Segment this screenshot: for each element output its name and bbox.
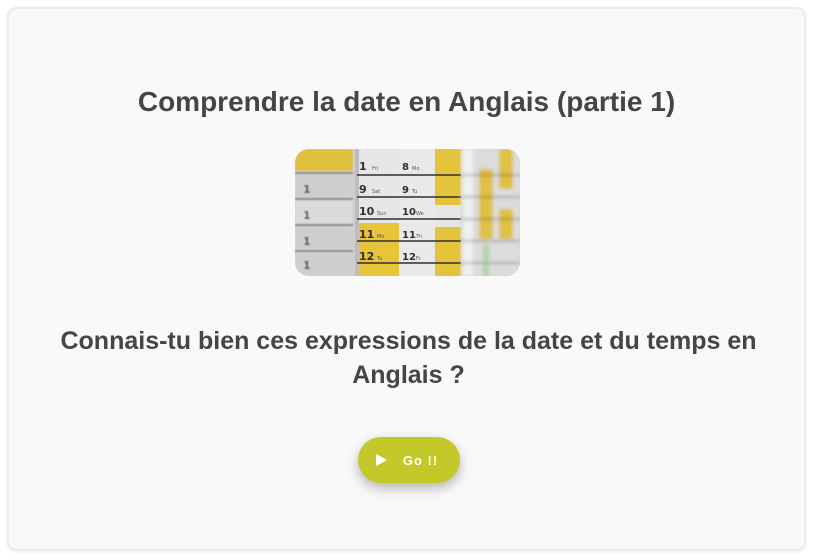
svg-text:Fri: Fri [372,166,378,172]
go-button[interactable]: Go !! [358,437,460,483]
svg-text:1: 1 [359,160,367,173]
svg-text:We: We [416,211,424,217]
svg-text:1: 1 [303,183,311,196]
svg-text:8: 8 [402,162,409,173]
svg-text:11: 11 [359,228,374,241]
svg-text:Tu: Tu [376,256,382,262]
svg-text:12: 12 [359,250,374,263]
svg-text:Sun: Sun [377,211,387,217]
svg-text:1: 1 [303,235,311,248]
svg-text:10: 10 [359,205,375,218]
svg-text:11: 11 [402,230,416,241]
svg-text:Th: Th [415,234,422,240]
activity-card: Comprendre la date en Anglais (partie 1) [7,7,806,551]
svg-text:9: 9 [402,185,409,196]
svg-text:1: 1 [303,209,311,222]
svg-text:Sat: Sat [372,189,380,195]
svg-text:Mo: Mo [377,234,384,240]
play-icon [375,454,387,466]
go-button-label: Go !! [402,452,439,468]
activity-question: Connais-tu bien ces expressions de la da… [60,327,757,389]
svg-text:10: 10 [402,207,416,218]
svg-text:Mo: Mo [412,166,419,172]
svg-text:12: 12 [402,252,416,263]
svg-text:Tu: Tu [411,189,417,195]
svg-text:1: 1 [303,259,311,272]
svg-text:9: 9 [359,183,367,196]
calendar-image: 1 1 1 1 1 9 10 11 12 8 9 10 11 12 Fri Sa… [295,149,520,276]
activity-title: Comprendre la date en Anglais (partie 1) [137,86,676,117]
